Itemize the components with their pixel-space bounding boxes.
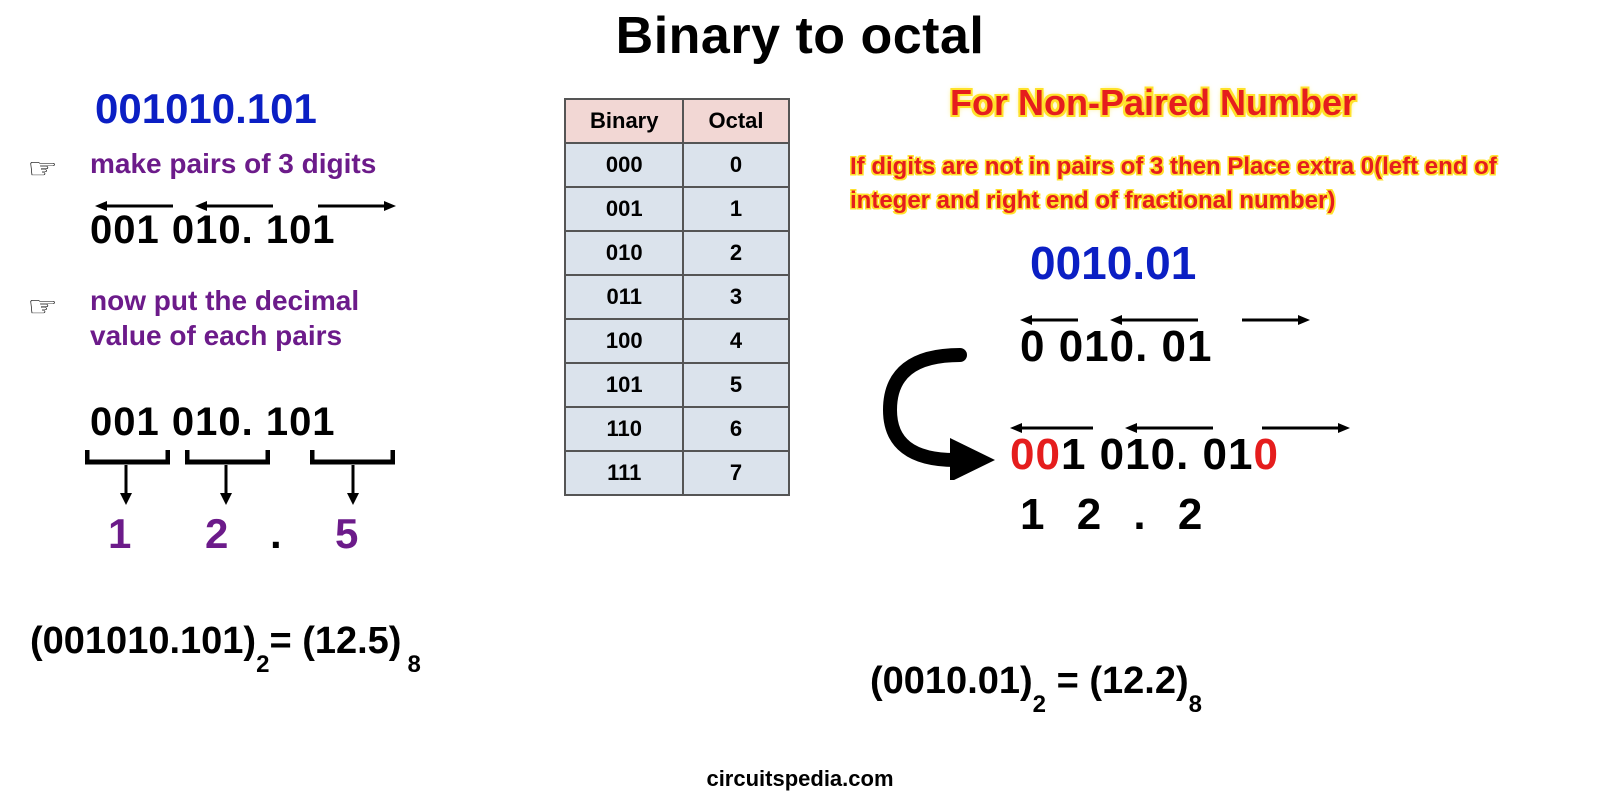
eq-binary: (001010.101) <box>30 620 256 662</box>
cell: 100 <box>565 319 683 363</box>
cell: 101 <box>565 363 683 407</box>
left-grouped-binary: 001 010. 101 <box>90 208 336 253</box>
left-grouped-binary-2: 001 010. 101 <box>90 400 336 445</box>
right-arrow-icon <box>1240 312 1310 328</box>
octal-digit: 5 <box>335 510 358 558</box>
step-1-text: make pairs of 3 digits <box>90 148 376 180</box>
left-result-equation: (001010.101)2= (12.5)8 <box>30 620 421 669</box>
octal-dot: . <box>270 510 282 558</box>
cell: 2 <box>683 231 788 275</box>
table-row: 1004 <box>565 319 789 363</box>
octal-digit: 1 <box>108 510 131 558</box>
right-result-equation: (0010.01)2 = (12.2)8 <box>870 660 1202 709</box>
right-heading: For Non-Paired Number <box>950 82 1356 124</box>
cell: 0 <box>683 143 788 187</box>
cell: 4 <box>683 319 788 363</box>
right-grouped-initial: 0 010. 01 <box>1020 322 1213 372</box>
cell: 011 <box>565 275 683 319</box>
subscript-2: 2 <box>1033 691 1046 718</box>
pointing-hand-icon: ☞ <box>27 152 57 185</box>
table-row: 1117 <box>565 451 789 495</box>
cell: 000 <box>565 143 683 187</box>
cell: 110 <box>565 407 683 451</box>
eq-octal: (12.5) <box>302 620 401 662</box>
padded-digit-red: 0 <box>1010 430 1035 479</box>
cell: 001 <box>565 187 683 231</box>
padded-digit: 01 <box>1203 430 1254 479</box>
table-row: 0102 <box>565 231 789 275</box>
eq-binary: (0010.01) <box>870 660 1033 702</box>
cell: 111 <box>565 451 683 495</box>
table-row: 0000 <box>565 143 789 187</box>
right-binary-number: 0010.01 <box>1030 236 1196 290</box>
down-arrow-icon <box>218 465 234 505</box>
padded-digit-red: 0 <box>1035 430 1060 479</box>
table-row: 0011 <box>565 187 789 231</box>
eq-octal: (12.2) <box>1089 660 1188 702</box>
down-arrow-icon <box>118 465 134 505</box>
subscript-8: 8 <box>407 651 420 678</box>
page-title: Binary to octal <box>0 6 1600 66</box>
table-row: 0113 <box>565 275 789 319</box>
step-2-text-a: now put the decimal <box>90 285 359 317</box>
step-2-text-b: value of each pairs <box>90 320 342 352</box>
padded-digit: 1 <box>1061 430 1100 479</box>
table-header-binary: Binary <box>565 99 683 143</box>
cell: 6 <box>683 407 788 451</box>
subscript-8: 8 <box>1189 691 1202 718</box>
curved-arrow-icon <box>870 340 1000 480</box>
table-row: 1106 <box>565 407 789 451</box>
right-explanation: If digits are not in pairs of 3 then Pla… <box>850 150 1570 217</box>
pointing-hand-icon: ☞ <box>27 290 57 323</box>
right-octal-result: 1 2 . 2 <box>1020 490 1212 540</box>
padded-digit-red: 0 <box>1254 430 1279 479</box>
subscript-2: 2 <box>256 651 269 678</box>
cell: 5 <box>683 363 788 407</box>
eq-equals: = <box>1046 660 1089 702</box>
cell: 010 <box>565 231 683 275</box>
right-padded-binary: 001 010. 010 <box>1010 430 1279 480</box>
padded-digit: 010. <box>1100 430 1203 479</box>
octal-digit: 2 <box>205 510 228 558</box>
table-row: 1015 <box>565 363 789 407</box>
cell: 1 <box>683 187 788 231</box>
table-header-octal: Octal <box>683 99 788 143</box>
cell: 7 <box>683 451 788 495</box>
binary-octal-table: Binary Octal 0000 0011 0102 0113 1004 10… <box>564 98 790 496</box>
left-binary-number: 001010.101 <box>95 85 317 133</box>
eq-equals: = <box>269 620 302 662</box>
footer-credit: circuitspedia.com <box>0 766 1600 792</box>
cell: 3 <box>683 275 788 319</box>
down-arrow-icon <box>345 465 361 505</box>
